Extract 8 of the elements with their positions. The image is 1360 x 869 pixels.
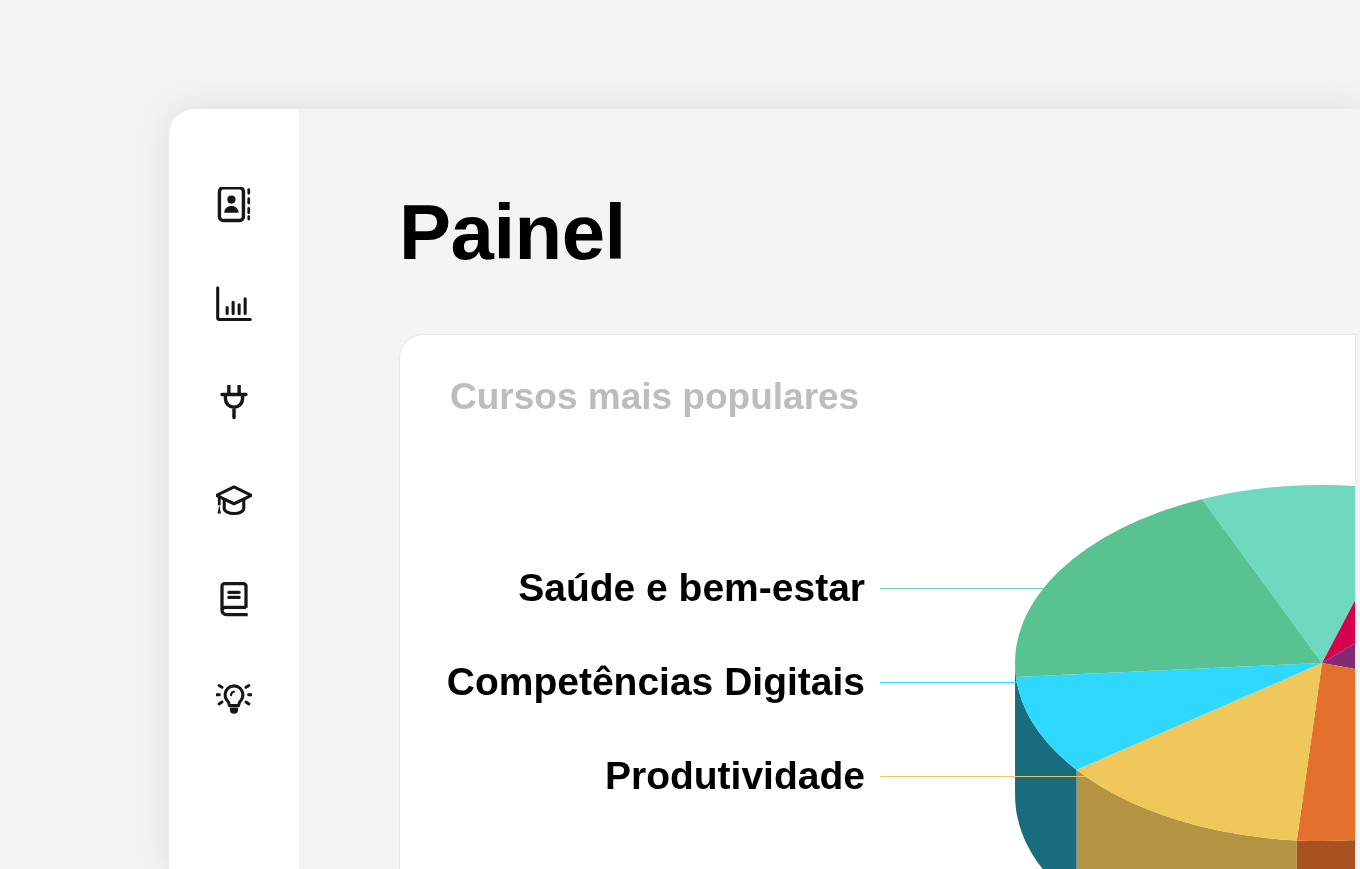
bar-chart-icon[interactable] [216, 285, 252, 322]
chart-label: Competências Digitais [445, 658, 865, 705]
contact-book-icon[interactable] [216, 187, 252, 223]
chart-label: Saúde e bem-estar [517, 565, 865, 611]
card-title: Cursos mais populares [449, 374, 861, 419]
lightbulb-icon[interactable] [216, 681, 252, 717]
page-title: Painel [399, 187, 627, 278]
chart-label: Produtividade [603, 752, 865, 799]
